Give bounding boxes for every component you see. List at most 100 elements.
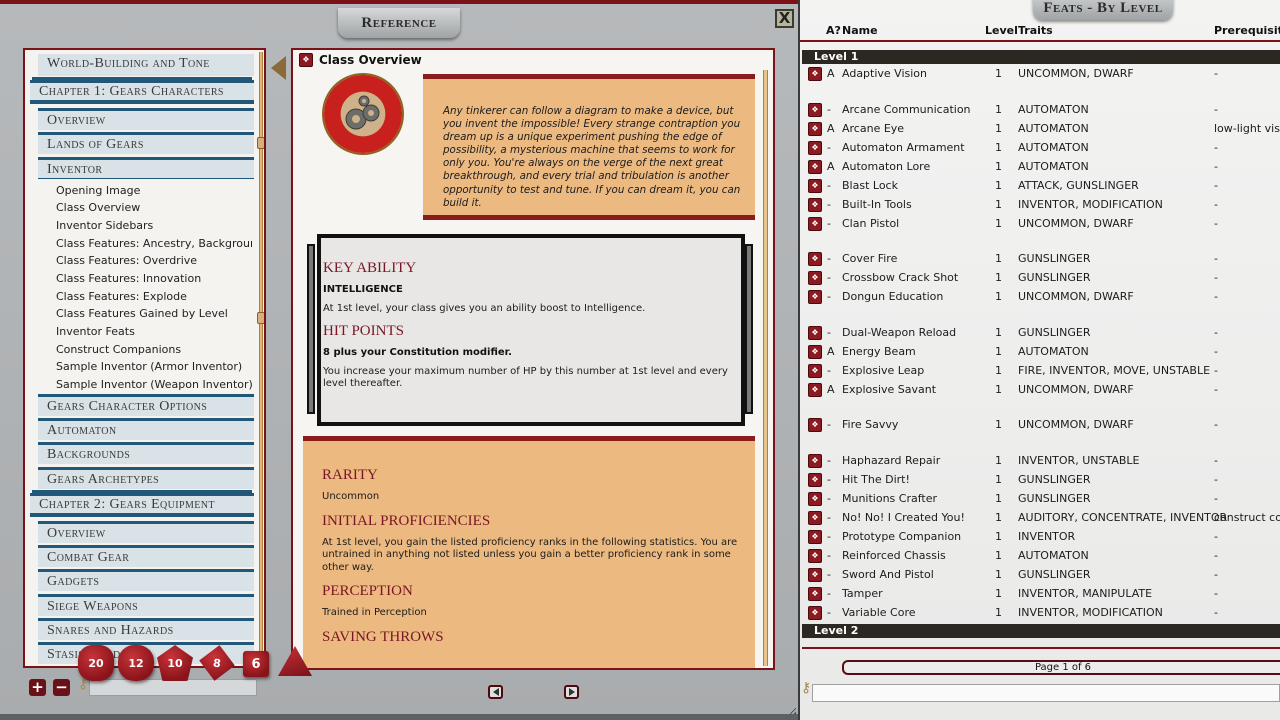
toc-link[interactable]: Class Features: Innovation [56, 270, 252, 288]
feat-row[interactable]: ❖ - Variable Core 1 INVENTOR, MODIFICATION - [802, 603, 1280, 622]
column-header-prerequisites[interactable]: Prerequisites [1214, 24, 1280, 37]
feat-link-icon[interactable]: ❖ [808, 472, 822, 487]
feat-row[interactable]: ❖ - Dongun Education 1 UNCOMMON, DWARF - [802, 287, 1280, 306]
feat-row[interactable]: ❖ - Prototype Companion 1 INVENTOR - [802, 527, 1280, 546]
toc-section-item[interactable]: Siege Weapons [38, 593, 254, 616]
feat-link-icon[interactable]: ❖ [808, 121, 822, 136]
feat-link-icon[interactable]: ❖ [808, 159, 822, 174]
toc-link[interactable]: Opening Image [56, 182, 252, 200]
feat-link-icon[interactable]: ❖ [808, 363, 822, 378]
feat-row[interactable]: ❖ A Automaton Lore 1 AUTOMATON - [802, 157, 1280, 176]
feat-row[interactable]: ❖ - Munitions Crafter 1 GUNSLINGER - [802, 489, 1280, 508]
feat-row[interactable]: ❖ - Automaton Armament 1 AUTOMATON - [802, 138, 1280, 157]
resize-grip[interactable] [782, 706, 796, 720]
feat-row[interactable]: ❖ A Explosive Savant 1 UNCOMMON, DWARF - [802, 380, 1280, 399]
toc-section-item[interactable]: Gadgets [38, 569, 254, 592]
toc-link[interactable]: Sample Inventor (Armor Inventor) [56, 358, 252, 376]
feat-link-icon[interactable]: ❖ [808, 605, 822, 620]
toc-link[interactable]: Construct Companions [56, 341, 252, 359]
feat-row[interactable]: ❖ - Hit The Dirt! 1 GUNSLINGER - [802, 470, 1280, 489]
feat-link-icon[interactable]: ❖ [808, 290, 822, 304]
level-group-header[interactable]: Level 2 [802, 623, 1280, 638]
feat-link-icon[interactable]: ❖ [808, 586, 822, 601]
feat-link-icon[interactable]: ❖ [808, 567, 822, 582]
toc-link[interactable]: Sample Inventor (Weapon Inventor) [56, 376, 252, 394]
toc-link[interactable]: Inventor Sidebars [56, 217, 252, 235]
scroll-thumb-top[interactable] [257, 137, 264, 149]
feat-row[interactable]: ❖ - Tamper 1 INVENTOR, MANIPULATE - [802, 584, 1280, 603]
feat-row[interactable]: ❖ - Blast Lock 1 ATTACK, GUNSLINGER - [802, 176, 1280, 195]
feat-row[interactable]: ❖ - Clan Pistol 1 UNCOMMON, DWARF - [802, 214, 1280, 233]
feat-link-icon[interactable]: ❖ [808, 197, 822, 212]
feat-row[interactable]: ❖ - Haphazard Repair 1 INVENTOR, UNSTABLE - [802, 451, 1280, 470]
toc-section-item[interactable]: Overview [38, 520, 254, 543]
toc-link[interactable]: Class Overview [56, 199, 252, 217]
feat-row[interactable]: ❖ A Energy Beam 1 AUTOMATON - [802, 342, 1280, 361]
toc-chapter-2[interactable]: Chapter 2: Gears Equipment [30, 492, 254, 517]
feat-link-icon[interactable]: ❖ [808, 216, 822, 231]
feat-link-icon[interactable]: ❖ [808, 548, 822, 563]
feat-row[interactable]: ❖ - Cover Fire 1 GUNSLINGER - [802, 249, 1280, 268]
toc-section-item[interactable]: Backgrounds [38, 442, 254, 465]
toc-section-item[interactable]: Snares and Hazards [38, 617, 254, 640]
feat-link-icon[interactable]: ❖ [808, 529, 822, 544]
close-button[interactable]: X [775, 9, 794, 28]
feat-link-icon[interactable]: ❖ [808, 418, 822, 432]
chat-input[interactable] [89, 679, 257, 696]
d12-die[interactable]: 12 [118, 645, 154, 681]
feat-row[interactable]: ❖ - Fire Savvy 1 UNCOMMON, DWARF - [802, 415, 1280, 434]
toc-link[interactable]: Class Features Gained by Level [56, 305, 252, 323]
column-header-name[interactable]: Name [842, 24, 878, 37]
feat-link-icon[interactable]: ❖ [808, 344, 822, 359]
column-header-action[interactable]: A? [826, 24, 841, 37]
link-icon[interactable]: ❖ [299, 53, 313, 67]
feat-link-icon[interactable]: ❖ [808, 140, 822, 155]
toc-link[interactable]: Class Features: Explode [56, 288, 252, 306]
feat-link-icon[interactable]: ❖ [808, 491, 822, 506]
feat-link-icon[interactable]: ❖ [808, 382, 822, 397]
toc-chapter-1[interactable]: Chapter 1: Gears Characters [30, 80, 254, 104]
toc-link[interactable]: Class Features: Ancestry, Background, In… [56, 235, 252, 253]
feat-link-icon[interactable]: ❖ [808, 67, 822, 81]
feat-link-icon[interactable]: ❖ [808, 252, 822, 266]
feat-link-icon[interactable]: ❖ [808, 453, 822, 468]
toc-section-item[interactable]: Lands of Gears [38, 132, 254, 155]
feat-link-icon[interactable]: ❖ [808, 325, 822, 340]
column-header-traits[interactable]: Traits [1018, 24, 1053, 37]
content-scrollbar[interactable] [763, 70, 768, 666]
d20-die[interactable]: 20 [78, 645, 114, 681]
toc-link[interactable]: Inventor Feats [56, 323, 252, 341]
collapse-toc-arrow-icon[interactable] [271, 56, 286, 80]
feat-link-icon[interactable]: ❖ [808, 271, 822, 285]
toc-section-item[interactable]: Overview [38, 108, 254, 130]
next-page-button[interactable] [564, 685, 579, 699]
feat-row[interactable]: ❖ A Arcane Eye 1 AUTOMATON low-light vision [802, 119, 1280, 138]
d6-die[interactable]: 6 [243, 651, 269, 677]
toc-section-inventor[interactable]: Inventor [38, 156, 254, 179]
toc-section-item[interactable]: Gears Character Options [38, 393, 254, 416]
feat-row[interactable]: ❖ A Adaptive Vision 1 UNCOMMON, DWARF - [802, 64, 1280, 83]
feat-row[interactable]: ❖ - Arcane Communication 1 AUTOMATON - [802, 100, 1280, 119]
toc-section-world-building[interactable]: World-Building and Tone [38, 54, 254, 76]
feat-row[interactable]: ❖ - Explosive Leap 1 FIRE, INVENTOR, MOVE, U… [802, 361, 1280, 380]
toc-link[interactable]: Class Features: Overdrive [56, 252, 252, 270]
scroll-thumb-bottom[interactable] [257, 312, 264, 324]
previous-page-button[interactable] [488, 685, 503, 699]
toc-section-item[interactable]: Combat Gear [38, 545, 254, 568]
feat-link-icon[interactable]: ❖ [808, 510, 822, 525]
toc-scrollbar[interactable] [257, 52, 264, 664]
feat-row[interactable]: ❖ - No! No! I Created You! 1 AUDITORY, CONCE… [802, 508, 1280, 527]
feat-row[interactable]: ❖ - Crossbow Crack Shot 1 GUNSLINGER - [802, 268, 1280, 287]
level-group-header[interactable]: Level 1 [802, 50, 1280, 64]
feat-row[interactable]: ❖ - Dual-Weapon Reload 1 GUNSLINGER - [802, 323, 1280, 342]
feat-link-icon[interactable]: ❖ [808, 178, 822, 193]
add-button[interactable]: + [29, 679, 46, 696]
remove-button[interactable]: − [53, 679, 70, 696]
toc-section-item[interactable]: Automaton [38, 418, 254, 441]
feats-search-input[interactable] [812, 684, 1280, 702]
feat-row[interactable]: ❖ - Reinforced Chassis 1 AUTOMATON - [802, 546, 1280, 565]
column-header-level[interactable]: Level [985, 24, 1018, 37]
toc-section-item[interactable]: Gears Archetypes [38, 466, 254, 489]
feat-link-icon[interactable]: ❖ [808, 102, 822, 117]
feat-row[interactable]: ❖ - Sword And Pistol 1 GUNSLINGER - [802, 565, 1280, 584]
